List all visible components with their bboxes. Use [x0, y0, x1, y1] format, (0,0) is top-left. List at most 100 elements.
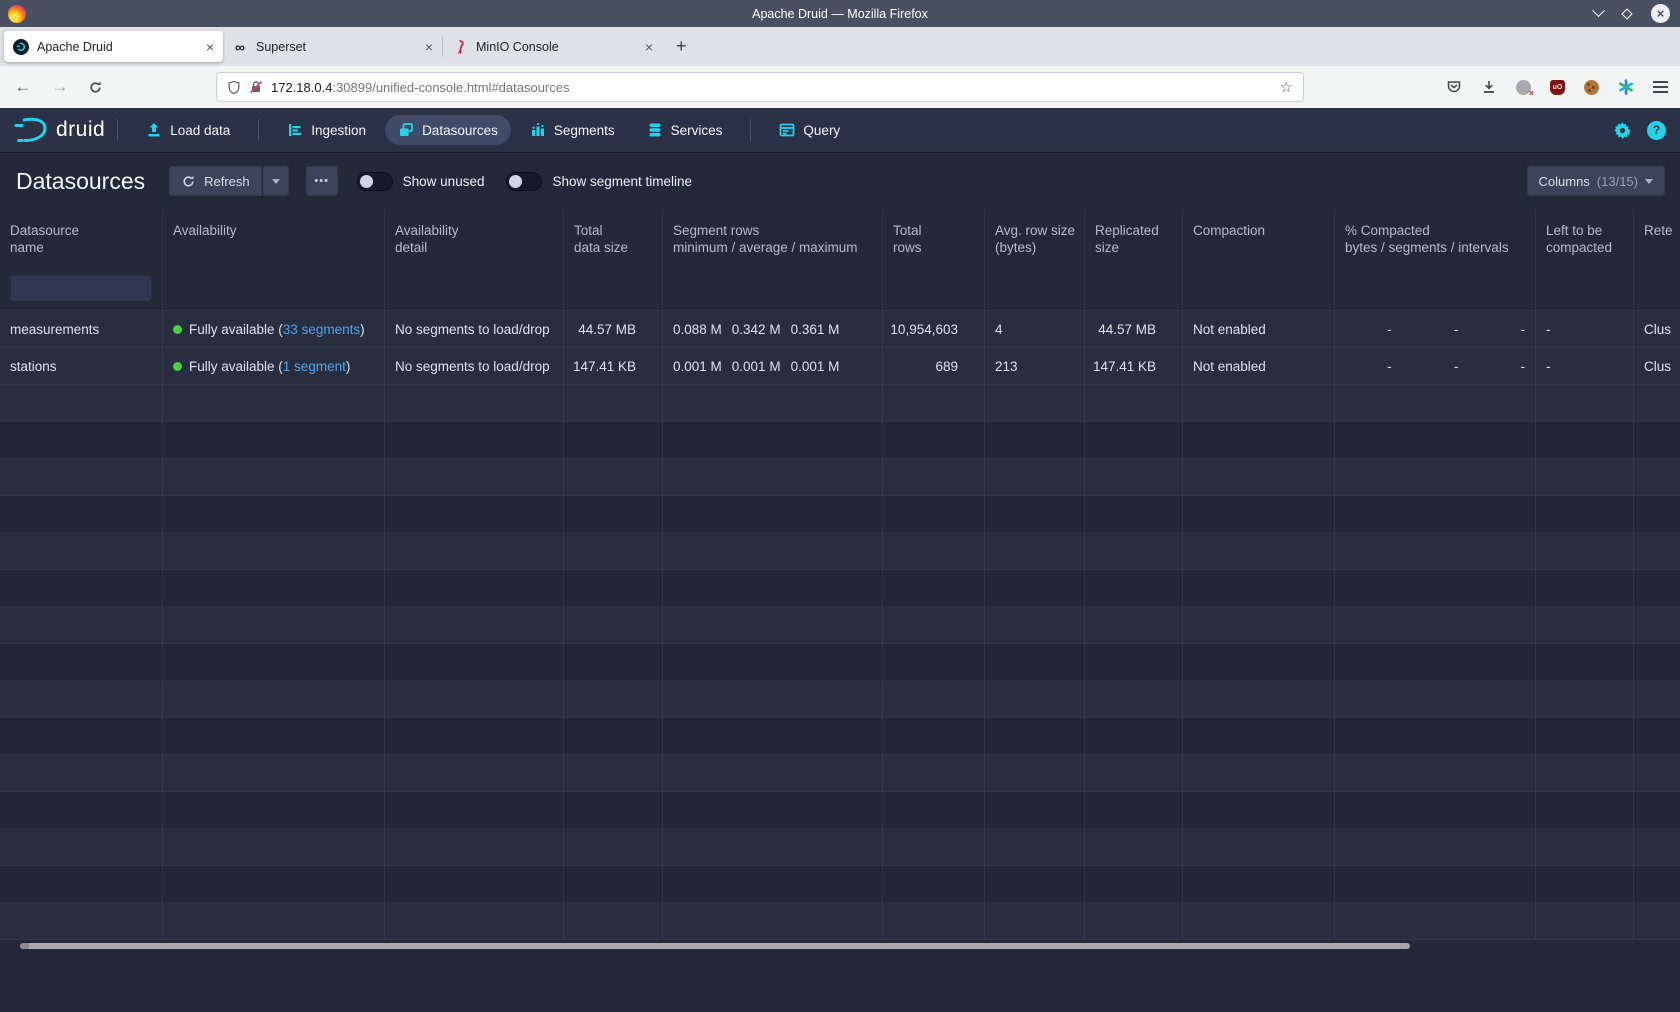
column-header-left-to-be-compacted[interactable]: Left to becompacted — [1536, 210, 1634, 265]
cookie-extension-icon[interactable] — [1584, 80, 1599, 95]
show-segment-timeline-toggle[interactable] — [506, 172, 542, 191]
column-header-pct-compacted[interactable]: % Compactedbytes / segments / intervals — [1335, 210, 1536, 265]
table-row-empty — [0, 718, 1680, 755]
total-data-size-cell: 44.57 MB — [564, 311, 663, 348]
show-unused-toggle[interactable] — [357, 172, 393, 191]
column-header-retention[interactable]: Rete — [1634, 210, 1680, 265]
table-row-empty — [0, 607, 1680, 644]
minimize-button[interactable] — [1594, 9, 1603, 18]
nav-item-datasources[interactable]: Datasources — [385, 115, 511, 145]
table-header-row: Datasourcename Availability Availability… — [0, 210, 1680, 265]
nav-divider — [117, 119, 118, 141]
maximize-icon — [1621, 8, 1632, 19]
page-title: Datasources — [16, 168, 145, 195]
columns-button[interactable]: Columns (13/15) — [1527, 166, 1666, 196]
column-header-total-rows[interactable]: Totalrows — [883, 210, 985, 265]
query-icon — [779, 122, 795, 138]
column-header-avg-row-size[interactable]: Avg. row size(bytes) — [985, 210, 1085, 265]
pct-compacted-cell: --- — [1335, 311, 1536, 348]
tab-strip: Apache Druid × ∞ Superset × MinIO Consol… — [0, 27, 1680, 66]
nav-item-segments[interactable]: Segments — [517, 115, 628, 145]
table-row-empty — [0, 792, 1680, 829]
window-close-button[interactable]: × — [1651, 4, 1670, 23]
help-icon: ? — [1653, 123, 1660, 137]
compaction-cell: Not enabled — [1183, 348, 1335, 385]
refresh-dropdown-button[interactable] — [263, 166, 289, 196]
menu-icon[interactable] — [1653, 86, 1668, 88]
table-row-empty — [0, 644, 1680, 681]
insecure-lock-icon[interactable] — [249, 80, 263, 94]
extension-disabled-icon[interactable]: × — [1516, 80, 1531, 95]
ublock-origin-icon[interactable]: uO — [1550, 80, 1565, 95]
nav-item-label: Segments — [554, 123, 615, 138]
table-row-stations[interactable]: stations Fully available (1 segment) No … — [0, 348, 1680, 385]
druid-favicon-icon — [13, 39, 29, 55]
horizontal-scrollbar[interactable] — [0, 940, 1680, 952]
druid-brand-text: druid — [56, 118, 105, 142]
nav-item-label: Load data — [170, 123, 230, 138]
back-button[interactable]: ← — [10, 66, 36, 108]
url-path: :30899/unified-console.html#datasources — [332, 80, 569, 95]
column-header-compaction[interactable]: Compaction — [1183, 210, 1335, 265]
help-button[interactable]: ? — [1647, 121, 1666, 140]
scrollbar-thumb[interactable] — [20, 943, 1410, 949]
avg-row-size-cell: 213 — [985, 348, 1085, 385]
shield-icon[interactable] — [227, 80, 241, 95]
settings-gear-icon[interactable] — [1613, 121, 1632, 140]
maximize-button[interactable] — [1623, 10, 1631, 18]
datasources-table: Datasourcename Availability Availability… — [0, 210, 1680, 940]
load-data-icon — [146, 122, 162, 138]
datasource-filter-input[interactable] — [10, 274, 152, 301]
superset-favicon-icon: ∞ — [232, 39, 248, 55]
nav-item-services[interactable]: Services — [634, 115, 736, 145]
url-host: 172.18.0.4 — [271, 80, 332, 95]
table-empty-rows — [0, 385, 1680, 940]
table-row-measurements[interactable]: measurements Fully available (33 segment… — [0, 311, 1680, 348]
browser-toolbar: ← → 172.18.0.4:30899/unified-console.htm… — [0, 66, 1680, 108]
column-header-segment-rows[interactable]: Segment rowsminimum / average / maximum — [663, 210, 883, 265]
bookmark-star-icon[interactable]: ☆ — [1280, 78, 1293, 96]
nav-item-load-data[interactable]: Load data — [133, 115, 243, 145]
tab-label: Superset — [256, 40, 419, 54]
column-header-availability-detail[interactable]: Availabilitydetail — [385, 210, 564, 265]
nav-item-label: Datasources — [422, 123, 498, 138]
segments-link[interactable]: 1 segment — [283, 359, 346, 374]
window-title: Apache Druid — Mozilla Firefox — [0, 7, 1680, 21]
column-header-availability[interactable]: Availability — [163, 210, 385, 265]
show-unused-label: Show unused — [403, 174, 485, 189]
column-header-datasource-name[interactable]: Datasourcename — [0, 210, 163, 265]
replicated-size-cell: 44.57 MB — [1085, 311, 1183, 348]
druid-logo[interactable]: druid — [12, 115, 105, 145]
tab-close-icon[interactable]: × — [206, 39, 214, 55]
forward-button[interactable]: → — [47, 66, 73, 108]
caret-down-icon — [272, 179, 280, 184]
total-rows-cell: 689 — [883, 348, 985, 385]
tab-label: MinIO Console — [476, 40, 639, 54]
downloads-icon[interactable] — [1481, 79, 1497, 95]
tab-superset[interactable]: ∞ Superset × — [223, 31, 442, 62]
reload-button[interactable] — [82, 66, 108, 108]
druid-nav-bar: druid Load data Ingestion Datasources Se… — [0, 108, 1680, 152]
multi-account-containers-icon[interactable] — [1618, 79, 1634, 95]
refresh-button[interactable]: Refresh — [169, 166, 262, 196]
table-filter-row — [0, 265, 1680, 311]
nav-item-label: Ingestion — [311, 123, 366, 138]
chevron-down-icon — [1592, 4, 1605, 17]
segments-link[interactable]: 33 segments — [283, 322, 360, 337]
column-header-total-data-size[interactable]: Totaldata size — [564, 210, 663, 265]
tab-apache-druid[interactable]: Apache Druid × — [4, 31, 223, 62]
nav-item-ingestion[interactable]: Ingestion — [274, 115, 379, 145]
tab-close-icon[interactable]: × — [425, 39, 433, 55]
left-to-be-compacted-cell: - — [1536, 348, 1634, 385]
more-actions-button[interactable]: ••• — [306, 166, 338, 196]
retention-cell: Clus — [1634, 348, 1680, 385]
tab-close-icon[interactable]: × — [645, 39, 653, 55]
column-header-replicated-size[interactable]: Replicatedsize — [1085, 210, 1183, 265]
url-bar[interactable]: 172.18.0.4:30899/unified-console.html#da… — [216, 72, 1304, 102]
new-tab-button[interactable]: + — [676, 36, 687, 57]
nav-item-query[interactable]: Query — [766, 115, 853, 145]
tab-minio-console[interactable]: MinIO Console × — [443, 31, 662, 62]
pocket-icon[interactable] — [1446, 79, 1462, 95]
table-row-empty — [0, 755, 1680, 792]
table-row-empty — [0, 903, 1680, 940]
